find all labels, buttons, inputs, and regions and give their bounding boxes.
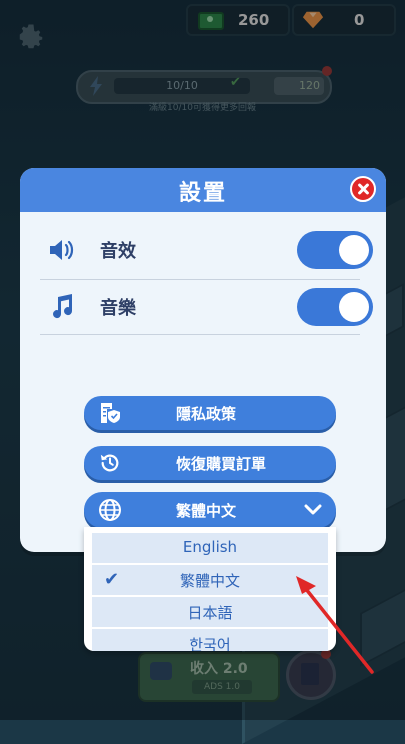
privacy-policy-label: 隱私政策: [176, 405, 237, 423]
music-label: 音樂: [100, 298, 136, 319]
music-row: 音樂: [40, 282, 373, 332]
settings-title: 設置: [178, 181, 227, 206]
language-option-label: 日本語: [187, 604, 233, 622]
speaker-icon: [50, 240, 74, 260]
privacy-policy-button[interactable]: 隱私政策: [84, 396, 336, 430]
sound-effects-label: 音效: [100, 241, 136, 262]
document-shield-icon: [101, 403, 120, 423]
language-select[interactable]: 繁體中文: [84, 492, 336, 528]
chevron-down-icon: [304, 504, 322, 515]
language-option-label: 繁體中文: [179, 572, 240, 590]
language-option-traditional-chinese[interactable]: ✔ 繁體中文: [92, 565, 328, 595]
toggle-knob: [339, 235, 369, 265]
language-option-label: English: [182, 538, 238, 556]
music-toggle[interactable]: [297, 288, 373, 326]
close-button[interactable]: [350, 176, 376, 202]
settings-header: 設置: [20, 168, 386, 212]
toggle-knob: [339, 292, 369, 322]
history-icon: [100, 454, 119, 472]
language-option-label: 한국어: [189, 636, 231, 651]
restore-purchases-button[interactable]: 恢復購買訂單: [84, 446, 336, 480]
language-option-english[interactable]: English: [92, 533, 328, 563]
language-dropdown-list: English ✔ 繁體中文 日本語 한국어: [84, 527, 336, 651]
sound-effects-row: 音效: [40, 225, 373, 275]
language-selected-value: 繁體中文: [176, 502, 237, 520]
language-option-korean[interactable]: 한국어: [92, 629, 328, 651]
sound-effects-toggle[interactable]: [297, 231, 373, 269]
music-note-icon: [53, 294, 73, 319]
globe-icon: [99, 499, 121, 521]
divider: [40, 334, 360, 335]
restore-purchases-label: 恢復購買訂單: [176, 455, 267, 473]
language-option-japanese[interactable]: 日本語: [92, 597, 328, 627]
settings-dialog: 設置 音效 音樂 隱私政策 恢復購買訂單 繁體中文: [20, 168, 386, 552]
divider: [40, 279, 360, 280]
